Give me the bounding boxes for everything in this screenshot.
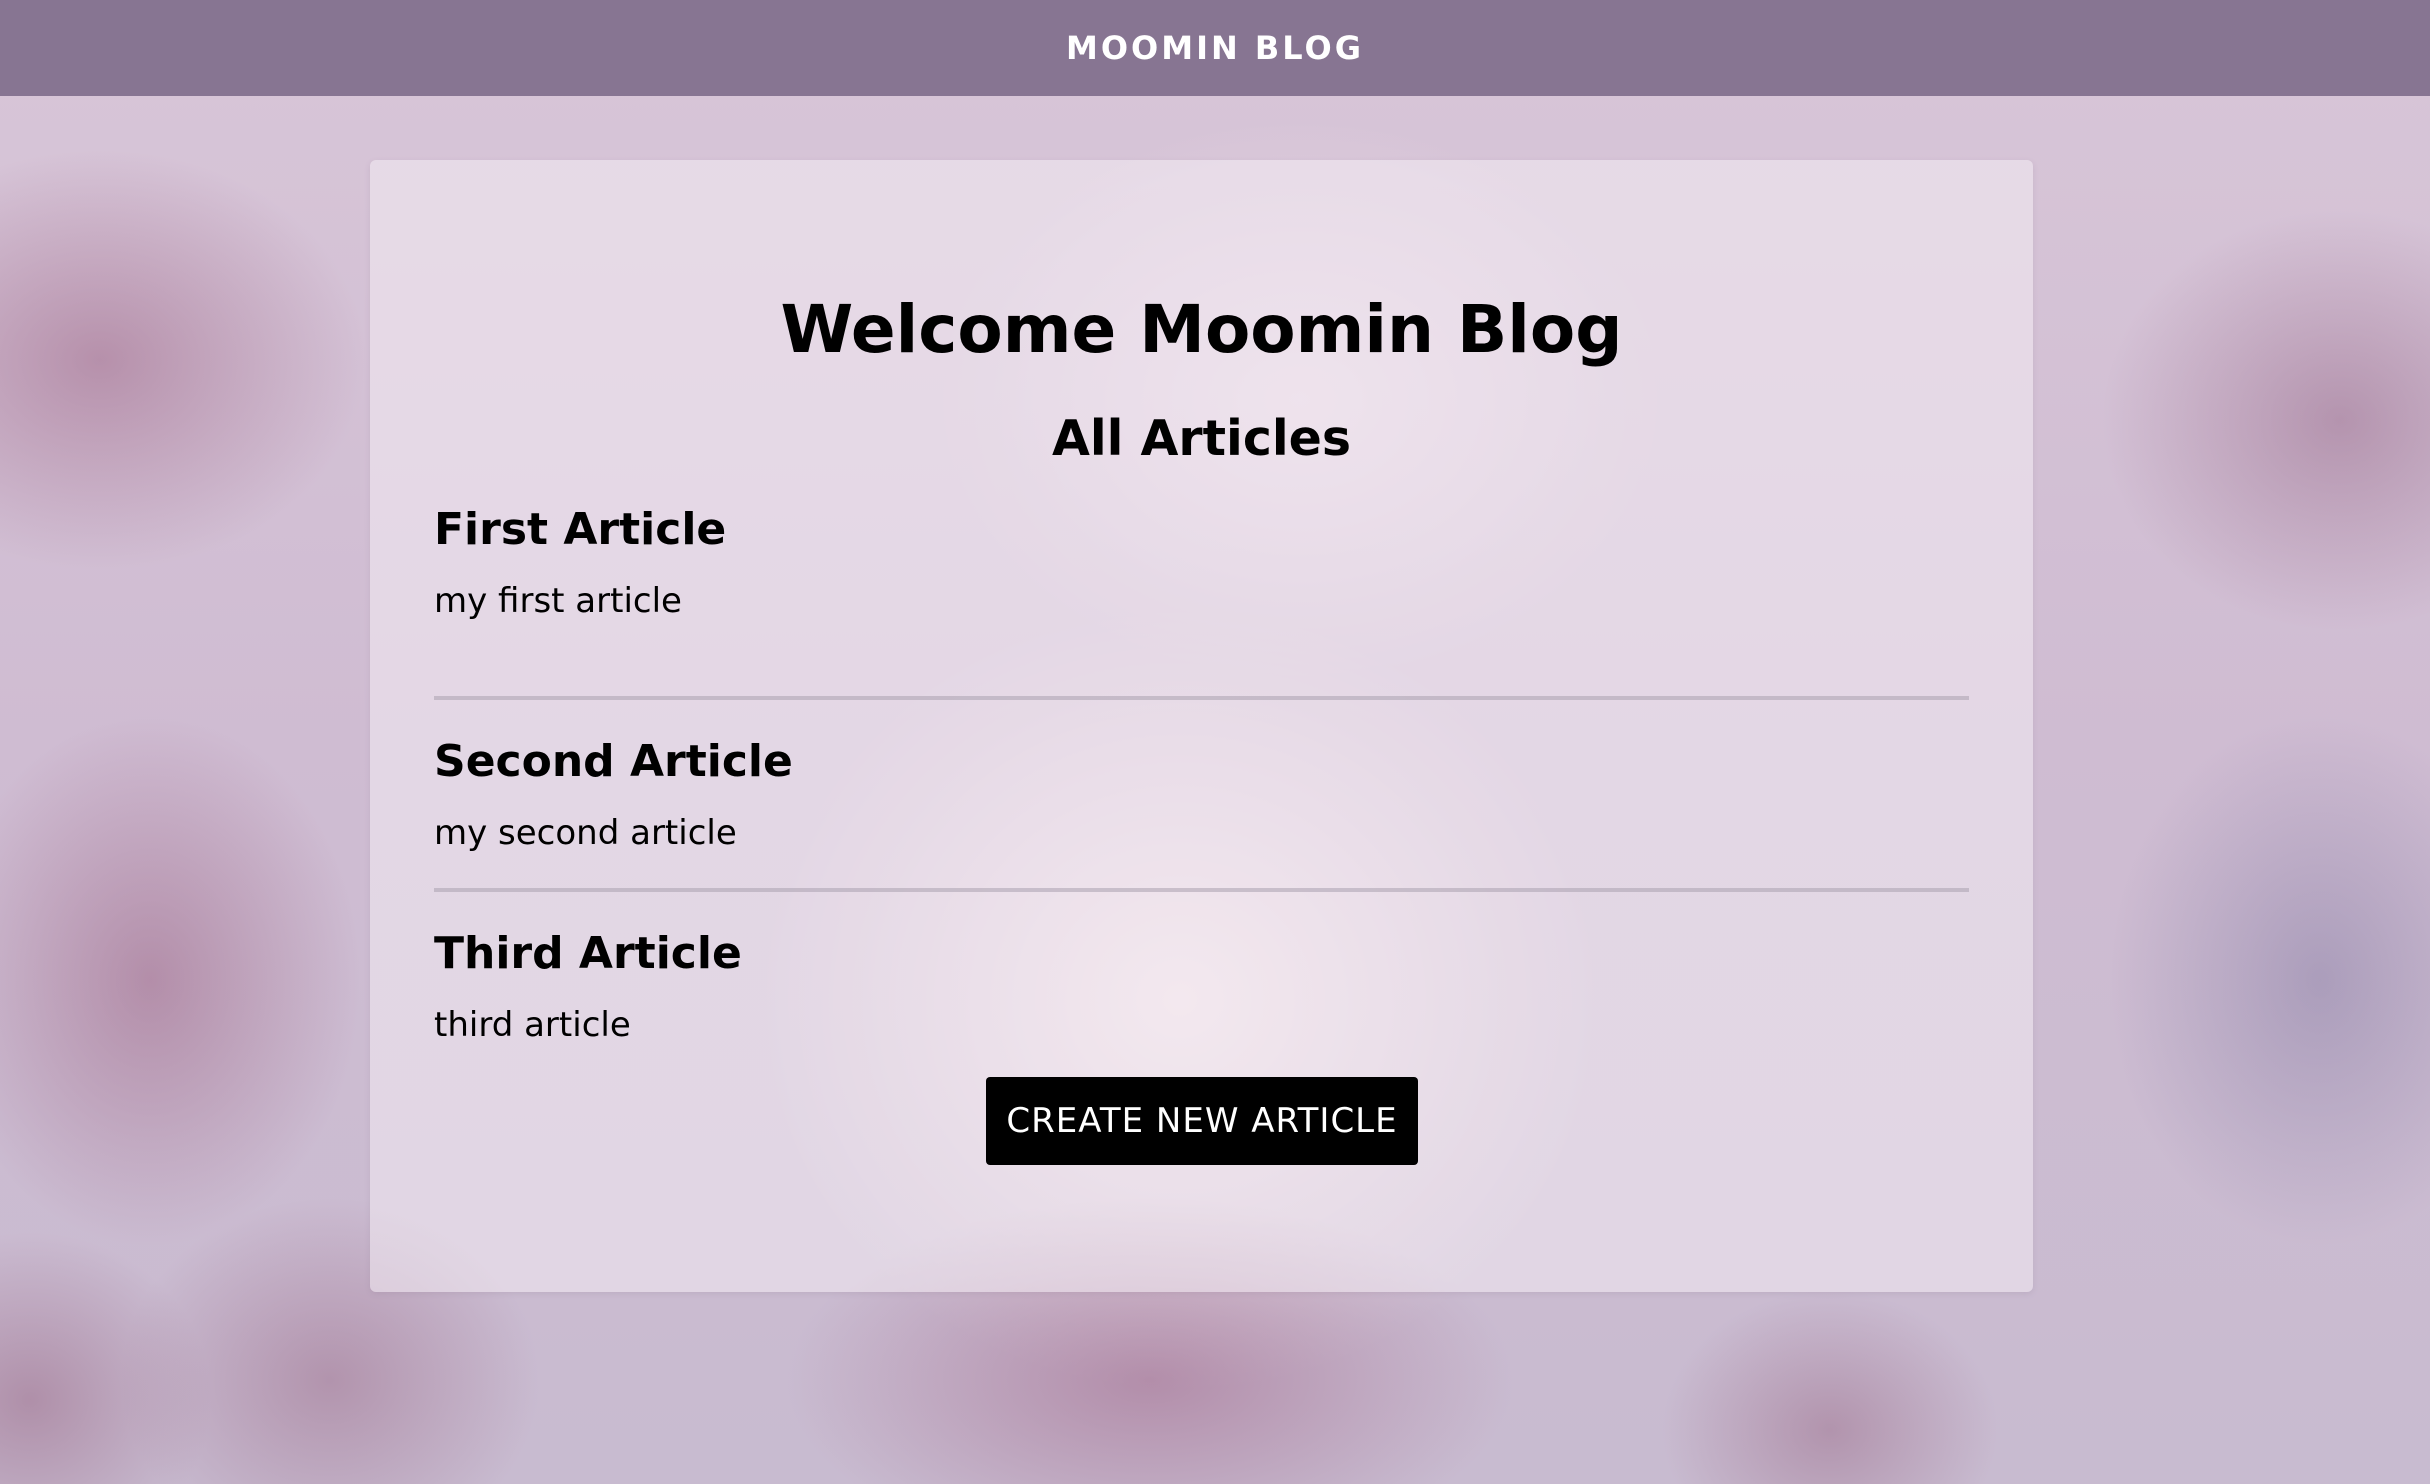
article-description: my second article: [434, 812, 737, 853]
article-list: First Article my first article Second Ar…: [434, 504, 1969, 1080]
articles-card: Welcome Moomin Blog All Articles First A…: [370, 160, 2033, 1292]
top-navbar: MOOMIN BLOG: [0, 0, 2430, 96]
brand-link[interactable]: MOOMIN BLOG: [1066, 29, 1364, 67]
page-title: Welcome Moomin Blog: [780, 291, 1623, 368]
create-new-article-button[interactable]: CREATE NEW ARTICLE: [986, 1077, 1418, 1165]
article-title-link[interactable]: Third Article: [434, 928, 1969, 981]
article-title-link[interactable]: First Article: [434, 504, 1969, 557]
article-description: my first article: [434, 580, 682, 621]
article-description: third article: [434, 1004, 631, 1045]
article-item-first: First Article my first article: [434, 504, 1969, 696]
article-item-third: Third Article third article: [434, 888, 1969, 1080]
section-title: All Articles: [1051, 410, 1352, 467]
article-item-second: Second Article my second article: [434, 696, 1969, 888]
article-title-link[interactable]: Second Article: [434, 736, 1969, 789]
